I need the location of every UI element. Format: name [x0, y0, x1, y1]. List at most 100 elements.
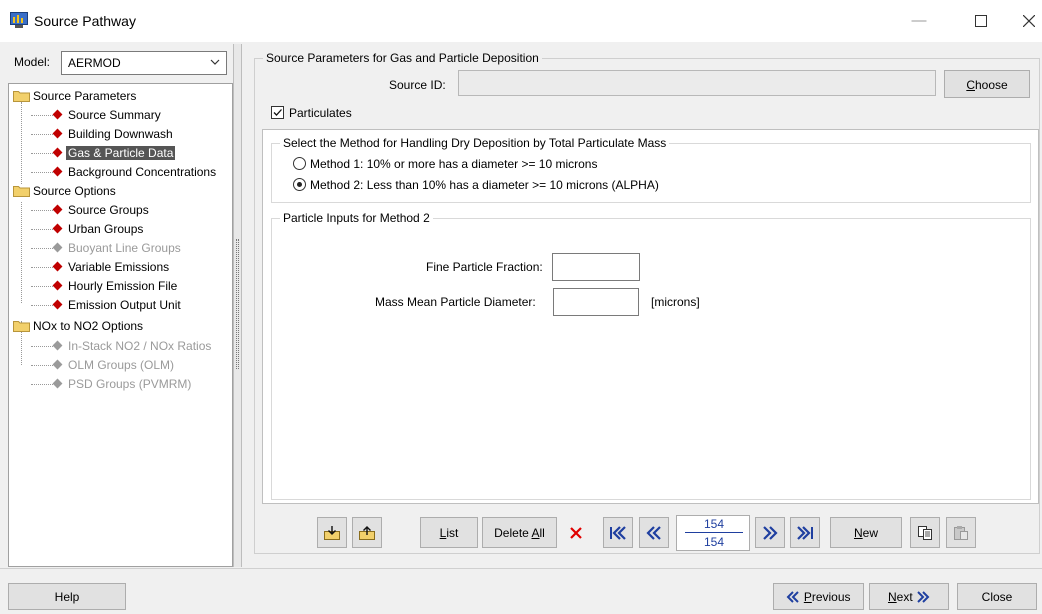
maximize-icon	[975, 15, 987, 27]
fine-particle-fraction-field[interactable]	[552, 253, 640, 281]
next-button[interactable]: Next	[869, 583, 949, 610]
group-title: Source Parameters for Gas and Particle D…	[263, 51, 542, 65]
previous-button[interactable]: Previous	[773, 583, 864, 610]
paste-icon	[954, 525, 968, 540]
tree-item-label: Hourly Emission File	[68, 279, 178, 293]
tree-item-label: Variable Emissions	[68, 260, 170, 274]
pane-splitter[interactable]	[233, 44, 242, 567]
previous-record-button[interactable]	[639, 517, 669, 548]
model-label: Model:	[14, 55, 51, 69]
first-record-button[interactable]	[603, 517, 633, 548]
app-icon	[10, 12, 28, 28]
particulates-checkbox[interactable]	[271, 106, 284, 119]
group-title: Select the Method for Handling Dry Depos…	[280, 136, 670, 150]
close-button-label: Close	[981, 590, 1013, 604]
bullet-icon	[52, 378, 63, 389]
model-value: AERMOD	[68, 56, 121, 70]
bullet-icon	[52, 280, 63, 291]
record-current: 154	[703, 517, 725, 531]
bullet-icon	[52, 166, 63, 177]
bullet-icon	[52, 204, 63, 215]
previous-record-icon	[646, 525, 661, 540]
bullet-icon	[52, 147, 63, 158]
method-2-radio[interactable]	[293, 178, 306, 191]
bullet-icon	[52, 109, 63, 120]
close-window-button[interactable]	[1006, 6, 1042, 36]
new-button-label: New	[853, 526, 878, 540]
copy-icon	[918, 525, 932, 540]
tree-folder-label: NOx to NO2 Options	[33, 319, 144, 333]
tree-item-label: Urban Groups	[68, 222, 144, 236]
bullet-icon	[52, 223, 63, 234]
delete-all-button[interactable]: Delete All	[482, 517, 557, 548]
method-2-label: Method 2: Less than 10% has a diameter >…	[310, 178, 659, 192]
tree-item-label: Background Concentrations	[68, 165, 217, 179]
tree-item-label: Buoyant Line Groups	[68, 241, 181, 255]
new-button[interactable]: New	[830, 517, 902, 548]
navigation-tree[interactable]: Source Parameters Source Summary Buildin…	[8, 83, 233, 567]
choose-button[interactable]: Choose	[944, 70, 1030, 98]
tree-folder-label: Source Parameters	[33, 89, 137, 103]
check-icon	[273, 109, 282, 116]
next-record-icon	[763, 525, 778, 540]
delete-x-icon	[570, 526, 582, 539]
minimize-button[interactable]: —	[896, 6, 942, 36]
method-1-label: Method 1: 10% or more has a diameter >= …	[310, 157, 598, 171]
fine-particle-fraction-label: Fine Particle Fraction:	[426, 260, 543, 274]
bullet-icon	[52, 128, 63, 139]
list-button-label: List	[439, 526, 459, 540]
last-record-icon	[797, 525, 813, 540]
close-icon	[1022, 14, 1036, 28]
tree-item-label: Source Summary	[68, 108, 161, 122]
tree-item-label: Source Groups	[68, 203, 149, 217]
model-select[interactable]: AERMOD	[61, 51, 227, 75]
close-button[interactable]: Close	[957, 583, 1037, 610]
bullet-icon	[52, 242, 63, 253]
first-record-icon	[610, 525, 626, 540]
bullet-icon	[52, 340, 63, 351]
export-icon	[359, 525, 375, 540]
import-icon	[324, 525, 340, 540]
maximize-button[interactable]	[958, 6, 1004, 36]
method-group: Select the Method for Handling Dry Depos…	[271, 136, 1031, 203]
group-title: Particle Inputs for Method 2	[280, 211, 433, 225]
source-id-field[interactable]	[458, 70, 936, 96]
bullet-icon	[52, 261, 63, 272]
folder-icon	[13, 186, 30, 197]
previous-button-label: Previous	[774, 590, 863, 604]
splitter-grip[interactable]	[236, 239, 239, 369]
previous-icon	[787, 591, 800, 603]
paste-button[interactable]	[946, 517, 976, 548]
choose-button-label: Choose	[966, 78, 1008, 92]
next-button-label: Next	[870, 590, 948, 604]
microns-unit-label: [microns]	[651, 295, 700, 309]
help-button-label: Help	[54, 590, 80, 604]
tree-item-label: Gas & Particle Data	[66, 146, 176, 160]
particulates-label: Particulates	[289, 106, 352, 120]
tree-item-label: Building Downwash	[68, 127, 173, 141]
tree-folder-label: Source Options	[33, 184, 116, 198]
last-record-button[interactable]	[790, 517, 820, 548]
chevron-down-icon	[210, 59, 220, 65]
record-total: 154	[703, 535, 725, 549]
mass-mean-diameter-label: Mass Mean Particle Diameter:	[375, 295, 536, 309]
deposition-panel: Select the Method for Handling Dry Depos…	[262, 129, 1039, 504]
particle-inputs-group: Particle Inputs for Method 2	[271, 211, 1031, 500]
delete-button[interactable]	[561, 517, 591, 548]
help-button[interactable]: Help	[8, 583, 126, 610]
tree-item-label: PSD Groups (PVMRM)	[68, 377, 192, 391]
import-button[interactable]	[317, 517, 347, 548]
copy-button[interactable]	[910, 517, 940, 548]
list-button[interactable]: List	[420, 517, 478, 548]
bullet-icon	[52, 359, 63, 370]
tree-item-label: OLM Groups (OLM)	[68, 358, 175, 372]
mass-mean-diameter-field[interactable]	[553, 288, 639, 316]
method-1-radio[interactable]	[293, 157, 306, 170]
delete-all-button-label: Delete All	[494, 526, 545, 540]
title-bar: Source Pathway —	[0, 0, 1042, 42]
export-button[interactable]	[352, 517, 382, 548]
folder-icon	[13, 321, 30, 332]
tree-item-label: In-Stack NO2 / NOx Ratios	[68, 339, 212, 353]
next-record-button[interactable]	[755, 517, 785, 548]
folder-icon	[13, 91, 30, 102]
